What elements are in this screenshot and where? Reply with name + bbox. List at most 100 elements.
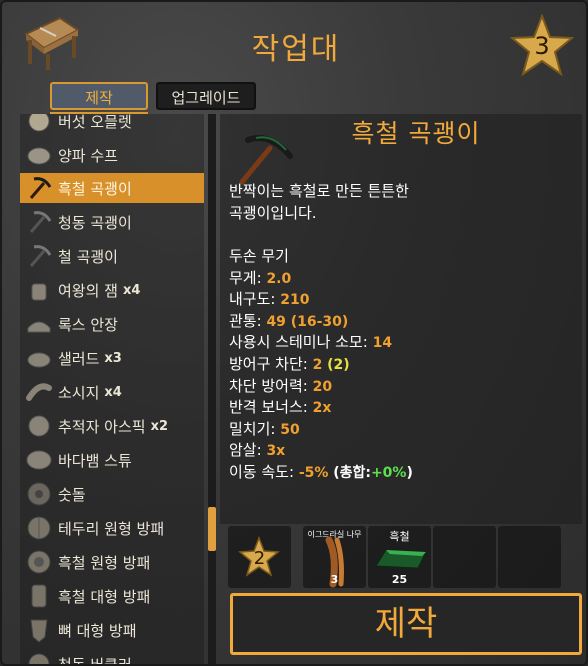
- recipe-label: 흑철 곡괭이: [58, 179, 132, 198]
- quality-slot: 2: [228, 526, 291, 588]
- requirement-qty: 25: [391, 573, 408, 586]
- stat-label: 암살:: [229, 441, 262, 460]
- stat-total: +0%: [370, 464, 407, 481]
- recipe-label: 흑철 원형 방패: [58, 553, 151, 572]
- recipe-label: 뼈 대형 방패: [58, 621, 137, 640]
- recipe-label: 숫돌: [58, 485, 86, 504]
- recipe-item-selected[interactable]: 흑철 곡괭이: [20, 173, 204, 203]
- stat-durability: 내구도: 210: [229, 289, 579, 311]
- stat-value: 2x: [312, 400, 332, 417]
- recipe-item[interactable]: 소시지 x4: [20, 377, 204, 407]
- stat-total-label: (총합:: [333, 464, 371, 481]
- recipe-item[interactable]: 청동 버클러: [20, 649, 204, 666]
- recipe-item[interactable]: 테두리 원형 방패: [20, 513, 204, 543]
- recipe-label: 철 곡괭이: [58, 247, 118, 266]
- item-description: 반짝이는 흑철로 만든 튼튼한 곡괭이입니다.: [229, 180, 569, 224]
- stat-block-force: 차단 방어력: 20: [229, 376, 579, 398]
- stat-pierce: 관통: 49 (16-30): [229, 311, 579, 333]
- recipe-label: 추적자 아스픽: [58, 417, 146, 436]
- recipe-item[interactable]: 추적자 아스픽 x2: [20, 411, 204, 441]
- stat-label: 관통:: [229, 311, 262, 330]
- recipe-count: x3: [104, 350, 122, 366]
- stat-label: 이동 속도:: [229, 462, 295, 481]
- stat-weight: 무게: 2.0: [229, 268, 579, 290]
- pickaxe-icon: [24, 173, 54, 203]
- weapon-type: 두손 무기: [229, 247, 289, 265]
- tab-upgrade[interactable]: 업그레이드: [156, 82, 256, 110]
- pickaxe-icon: [24, 241, 54, 271]
- requirement-slot-empty: [498, 526, 561, 588]
- stat-parry: 반격 보너스: 2x: [229, 397, 579, 419]
- tower-shield-icon: [24, 581, 54, 611]
- recipe-label: 소시지: [58, 383, 100, 402]
- stat-block: 방어구 차단: 2 (2): [229, 354, 579, 376]
- stat-label: 사용시 스테미나 소모:: [229, 333, 368, 352]
- stat-backstab: 암살: 3x: [229, 440, 579, 462]
- recipe-item[interactable]: 흑철 원형 방패: [20, 547, 204, 577]
- description-line: 반짝이는 흑철로 만든 튼튼한: [229, 182, 409, 200]
- stat-value: 3x: [266, 443, 286, 460]
- round-shield-icon: [24, 547, 54, 577]
- recipe-item[interactable]: 뼈 대형 방패: [20, 615, 204, 645]
- tab-craft[interactable]: 제작: [50, 82, 148, 110]
- recipe-scrollbar[interactable]: [208, 114, 216, 664]
- stat-value: 210: [280, 292, 310, 309]
- recipe-item[interactable]: 바다뱀 스튜: [20, 445, 204, 475]
- recipe-item[interactable]: 흑철 대형 방패: [20, 581, 204, 611]
- stat-value: 49: [266, 313, 286, 330]
- stat-range: (16-30): [290, 313, 349, 330]
- recipe-item[interactable]: 여왕의 잼 x4: [20, 275, 204, 305]
- stat-value: -5%: [298, 464, 329, 481]
- salad-icon: [24, 343, 54, 373]
- quality-level: 2: [253, 548, 266, 569]
- station-level: 3: [534, 32, 550, 60]
- requirement-qty: 3: [330, 573, 339, 586]
- recipe-label: 버섯 오믈렛: [58, 114, 132, 131]
- stat-label: 내구도:: [229, 290, 276, 309]
- station-level-badge: 3: [509, 13, 575, 78]
- description-line: 곡괭이입니다.: [229, 204, 317, 222]
- recipe-item[interactable]: 버섯 오믈렛: [20, 114, 204, 136]
- recipe-item[interactable]: 철 곡괭이: [20, 241, 204, 271]
- recipe-label: 테두리 원형 방패: [58, 519, 165, 538]
- sausage-icon: [24, 377, 54, 407]
- recipe-scroll-thumb[interactable]: [208, 507, 216, 551]
- aspic-icon: [24, 411, 54, 441]
- recipe-label: 흑철 대형 방패: [58, 587, 151, 606]
- recipe-count: x4: [122, 282, 141, 298]
- stat-value: 2: [312, 356, 323, 373]
- requirement-slot-empty: [433, 526, 496, 588]
- recipe-label: 샐러드: [58, 349, 100, 368]
- recipe-label: 록스 안장: [58, 315, 118, 334]
- recipe-list[interactable]: 버섯 오믈렛 양파 수프 흑철 곡괭이 청동 곡괭이 철 곡괭이 여왕의 잼 x4…: [20, 114, 204, 666]
- stat-value: 50: [280, 421, 300, 438]
- recipe-item[interactable]: 숫돌: [20, 479, 204, 509]
- window-title: 작업대: [251, 32, 341, 67]
- recipe-label: 바다뱀 스튜: [58, 451, 132, 470]
- stat-value: 14: [372, 335, 393, 352]
- stew-icon: [24, 445, 54, 475]
- stat-move-speed: 이동 속도: -5% (총합:+0%): [229, 462, 579, 484]
- recipe-label: 청동 곡괭이: [58, 213, 132, 232]
- whetstone-icon: [24, 479, 54, 509]
- recipe-label: 양파 수프: [58, 146, 118, 165]
- item-stats: 두손 무기 무게: 2.0 내구도: 210 관통: 49 (16-30) 사용…: [229, 246, 579, 484]
- recipe-item[interactable]: 양파 수프: [20, 140, 204, 170]
- stat-knockback: 밀치기: 50: [229, 419, 579, 441]
- stat-label: 방어구 차단:: [229, 354, 308, 373]
- round-shield-icon: [24, 513, 54, 543]
- recipe-label: 청동 버클러: [58, 655, 132, 666]
- stat-label: 밀치기:: [229, 419, 276, 438]
- requirement-slot: 흑철 25: [368, 526, 431, 588]
- stat-value: 20: [312, 378, 333, 395]
- recipe-label: 여왕의 잼: [58, 281, 118, 300]
- jar-icon: [24, 275, 54, 305]
- recipe-item[interactable]: 샐러드 x3: [20, 343, 204, 373]
- craft-button[interactable]: 제작: [230, 593, 582, 655]
- saddle-icon: [24, 309, 54, 339]
- recipe-item[interactable]: 청동 곡괭이: [20, 207, 204, 237]
- buckler-icon: [24, 649, 54, 664]
- soup-bowl-icon: [24, 140, 54, 170]
- recipe-item[interactable]: 록스 안장: [20, 309, 204, 339]
- recipe-count: x2: [150, 418, 169, 434]
